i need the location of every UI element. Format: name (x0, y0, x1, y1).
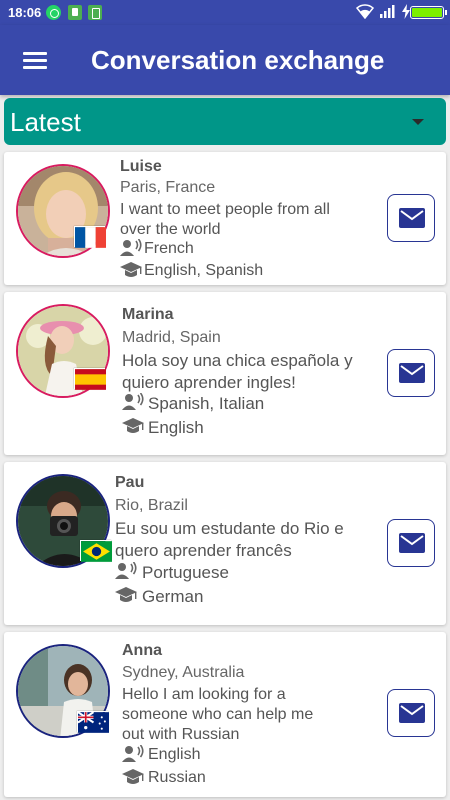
user-message-line: quiero aprender ingles! (122, 373, 296, 392)
battery-icon (410, 6, 447, 19)
mail-icon (399, 363, 425, 383)
wifi-icon (356, 4, 374, 19)
charging-icon (402, 4, 410, 19)
app-bar: Conversation exchange (0, 25, 450, 95)
user-message: Hello I am looking for a someone who can… (122, 685, 313, 745)
user-message-line: Hola soy una chica española y (122, 351, 353, 370)
user-message-line: someone who can help me (122, 706, 314, 723)
user-name: Anna (122, 642, 162, 659)
user-location: Rio, Brazil (115, 497, 188, 514)
speaks-languages: Portuguese (142, 563, 229, 582)
speaking-icon (122, 393, 144, 410)
battery-saver-icon (88, 5, 102, 20)
user-location: Sydney, Australia (122, 664, 245, 681)
user-message: Eu sou um estudante do Rio e quero apren… (115, 518, 344, 562)
brazil-flag (80, 540, 112, 562)
speaks-languages: French (144, 240, 194, 257)
user-card[interactable]: Marina Madrid, Spain Hola soy una chica … (4, 292, 446, 455)
australia-flag (77, 711, 109, 733)
user-card[interactable]: Anna Sydney, Australia Hello I am lookin… (4, 632, 446, 797)
user-location: Paris, France (120, 179, 216, 196)
user-message-line: out with Russian (122, 726, 240, 743)
user-card[interactable]: Luise Paris, France I want to meet peopl… (4, 152, 446, 285)
user-message-line: I want to meet people from all (120, 201, 330, 218)
user-message-line: Hello I am looking for a (122, 686, 286, 703)
status-bar: 18:06 (0, 0, 450, 25)
mail-icon (399, 533, 425, 553)
send-message-button[interactable] (387, 519, 435, 567)
learns-languages: English, Spanish (144, 262, 264, 279)
user-location: Madrid, Spain (122, 329, 221, 346)
learns-languages: English (148, 418, 204, 437)
menu-icon[interactable] (16, 44, 50, 76)
send-message-button[interactable] (387, 194, 435, 242)
user-message-line: over the world (120, 221, 221, 238)
send-message-button[interactable] (387, 349, 435, 397)
speaking-icon (120, 239, 142, 256)
user-card[interactable]: Pau Rio, Brazil Eu sou um estudante do R… (4, 462, 446, 625)
user-message-line: quero aprender francês (115, 541, 292, 560)
spain-flag (74, 368, 106, 390)
speaks-languages: English (148, 746, 201, 763)
filter-selected-value: Latest (10, 107, 81, 137)
user-name: Luise (120, 158, 162, 175)
battery-level (412, 8, 442, 17)
user-name: Marina (122, 306, 174, 323)
graduation-cap-icon (120, 262, 142, 277)
graduation-cap-icon (122, 418, 144, 433)
whatsapp-icon (46, 5, 61, 20)
user-name: Pau (115, 474, 145, 491)
page-title: Conversation exchange (91, 45, 385, 75)
filter-dropdown[interactable]: Latest (4, 98, 446, 145)
learns-languages: German (142, 587, 204, 606)
signal-icon (380, 5, 395, 18)
graduation-cap-icon (115, 587, 137, 602)
mail-icon (399, 208, 425, 228)
dropdown-arrow-icon (412, 119, 424, 125)
learns-languages: Russian (148, 769, 206, 786)
status-time: 18:06 (8, 5, 42, 20)
user-message-line: Eu sou um estudante do Rio e (115, 519, 344, 538)
speaking-icon (122, 745, 144, 762)
speaks-languages: Spanish, Italian (148, 394, 265, 413)
user-message: Hola soy una chica española y quiero apr… (122, 350, 353, 394)
france-flag (74, 226, 106, 248)
send-message-button[interactable] (387, 689, 435, 737)
mail-icon (399, 703, 425, 723)
speaking-icon (115, 562, 137, 579)
clipboard-icon (68, 5, 82, 20)
graduation-cap-icon (122, 769, 144, 784)
user-message: I want to meet people from all over the … (120, 200, 330, 240)
